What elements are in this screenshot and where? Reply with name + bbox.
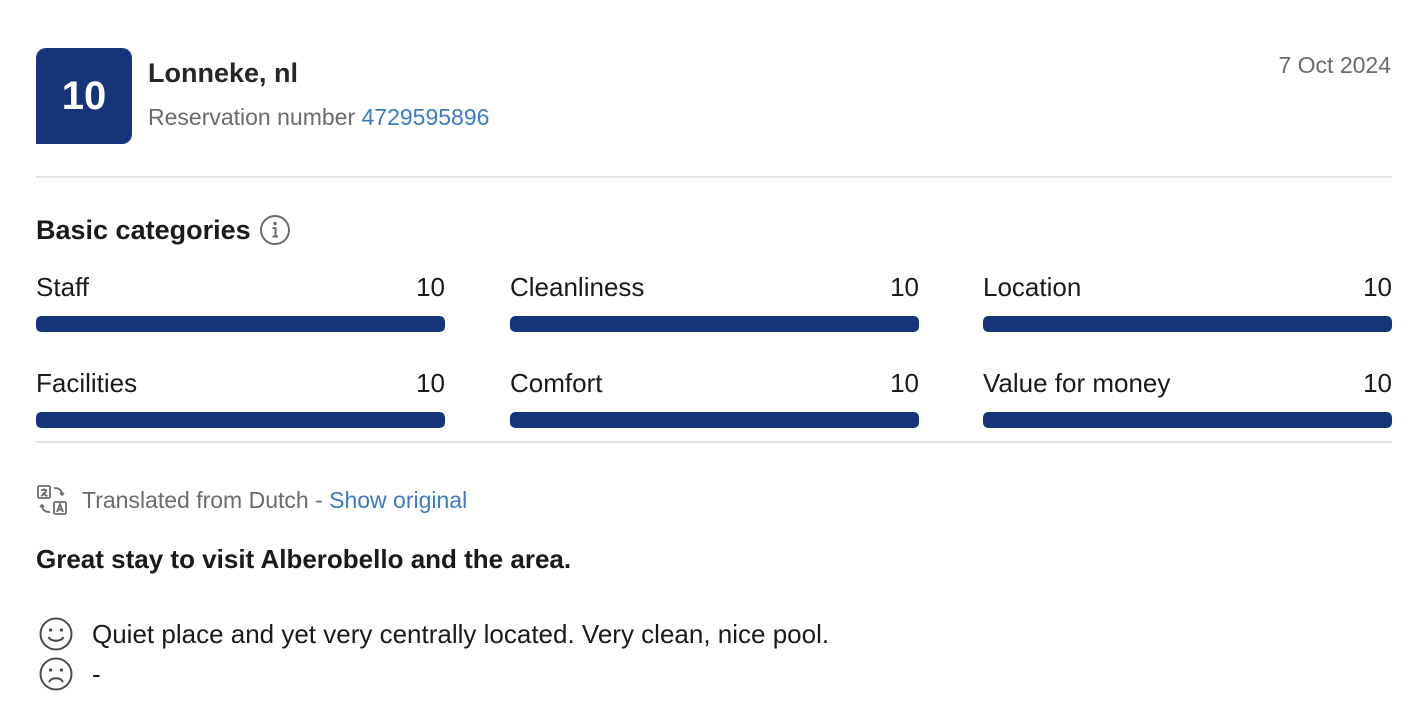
category-label: Comfort xyxy=(510,367,603,398)
category-score: 10 xyxy=(890,367,919,398)
negative-comment-text: - xyxy=(92,658,101,689)
reservation-label: Reservation number xyxy=(148,104,356,130)
categories-heading: Basic categories xyxy=(36,214,291,246)
smiley-face-icon xyxy=(38,616,74,652)
reviewer-name: Lonneke, nl xyxy=(148,58,299,88)
review-score: 10 xyxy=(61,73,107,118)
category-bar xyxy=(983,316,1392,332)
category-staff: Staff 10 xyxy=(36,270,445,332)
sad-face-icon xyxy=(38,656,74,692)
category-value-for-money: Value for money 10 xyxy=(983,366,1392,428)
review-title: Great stay to visit Alberobello and the … xyxy=(36,544,572,574)
category-label: Value for money xyxy=(983,367,1171,398)
category-bar-fill xyxy=(36,412,445,428)
review-score-badge: 10 xyxy=(36,48,132,144)
category-score: 10 xyxy=(1363,271,1392,302)
category-location: Location 10 xyxy=(983,270,1392,332)
category-score: 10 xyxy=(890,271,919,302)
categories-divider xyxy=(36,441,1392,443)
category-cleanliness: Cleanliness 10 xyxy=(510,270,919,332)
reservation-number-link[interactable]: 4729595896 xyxy=(362,104,490,130)
negative-comment: - xyxy=(38,656,101,692)
positive-comment-text: Quiet place and yet very centrally locat… xyxy=(92,618,830,649)
category-bar-fill xyxy=(36,316,445,332)
category-bar xyxy=(36,412,445,428)
positive-comment: Quiet place and yet very centrally locat… xyxy=(38,616,829,652)
category-bar-fill xyxy=(983,316,1392,332)
category-score: 10 xyxy=(416,271,445,302)
category-bar-fill xyxy=(983,412,1392,428)
category-score: 10 xyxy=(416,367,445,398)
category-bar-fill xyxy=(510,316,919,332)
category-score: 10 xyxy=(1363,367,1392,398)
category-bar xyxy=(36,316,445,332)
category-facilities: Facilities 10 xyxy=(36,366,445,428)
categories-title: Basic categories xyxy=(36,214,251,245)
show-original-link[interactable]: Show original xyxy=(329,487,467,514)
category-label: Staff xyxy=(36,271,90,302)
category-label: Facilities xyxy=(36,367,138,398)
category-bar xyxy=(510,412,919,428)
translation-notice: Translated from Dutch - Show original xyxy=(36,484,467,516)
category-label: Location xyxy=(983,271,1082,302)
translate-icon xyxy=(36,484,68,516)
category-bar xyxy=(510,316,919,332)
category-label: Cleanliness xyxy=(510,271,645,302)
category-comfort: Comfort 10 xyxy=(510,366,919,428)
header-divider xyxy=(36,176,1392,178)
info-icon[interactable] xyxy=(259,214,291,246)
translation-text: Translated from Dutch - xyxy=(82,486,323,513)
category-bar-fill xyxy=(510,412,919,428)
category-bar xyxy=(983,412,1392,428)
review-date: 7 Oct 2024 xyxy=(1278,52,1391,78)
reservation-info: Reservation number 4729595896 xyxy=(148,104,489,131)
